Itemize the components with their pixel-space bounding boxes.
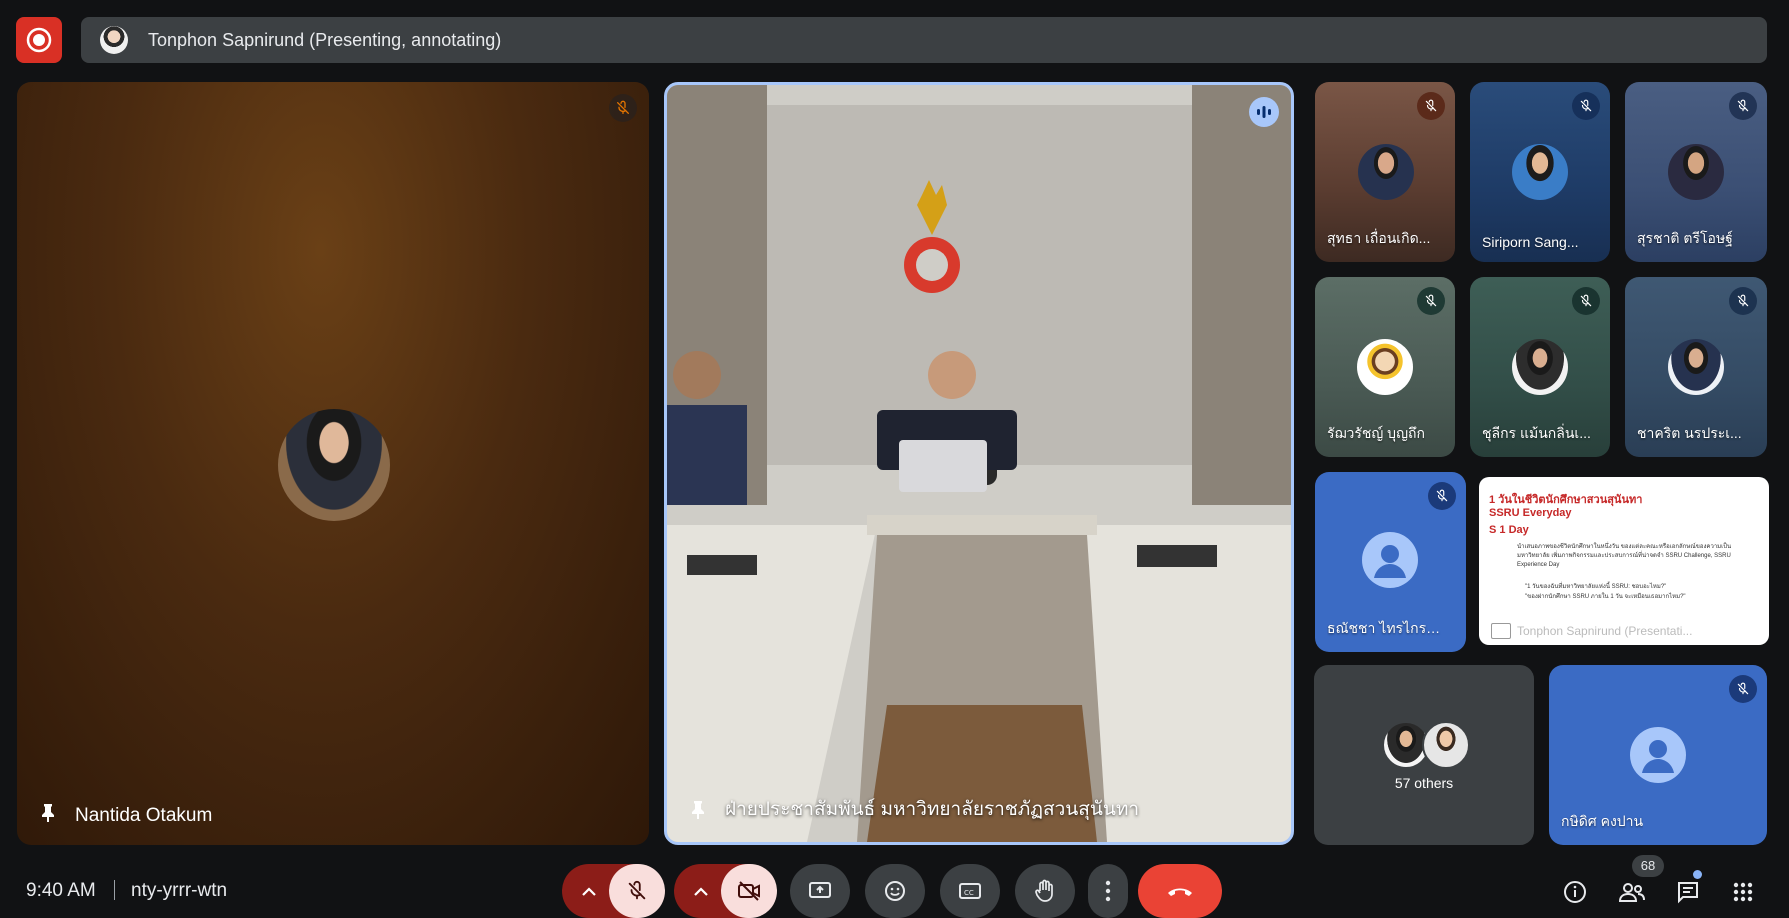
leave-call-button[interactable] [1138,864,1222,918]
mic-off-icon [628,880,646,900]
presenter-avatar [100,26,128,54]
participant-tile[interactable]: สุรชาติ ตรีโอษฐ์ [1625,82,1767,262]
participant-tile[interactable]: รัฌวรัชญ์ บุญถึก [1315,277,1455,457]
others-count: 57 others [1394,775,1454,791]
mic-off-icon [1729,287,1757,315]
more-options-button[interactable] [1088,864,1128,918]
avatar [1668,339,1724,395]
avatar [278,409,390,521]
presentation-thumbnail[interactable]: 1 วันในชีวิตนักศึกษาสวนสุนันทา SSRU Ever… [1479,477,1769,645]
participant-name: รัฌวรัชญ์ บุญถึก [1327,425,1425,441]
meeting-code: nty-yrrr-wtn [131,880,228,901]
mic-off-icon [1417,287,1445,315]
chat-icon [1678,882,1698,904]
avatar [1357,339,1413,395]
participant-name: ชาคริต นรประเ... [1637,425,1742,441]
chat-notification-dot [1693,870,1702,879]
info-icon [1564,881,1586,903]
presenter-banner[interactable]: Tonphon Sapnirund (Presenting, annotatin… [81,17,1767,63]
chevron-up-icon [582,887,596,896]
chat-button[interactable] [1670,874,1706,910]
captions-icon: CC [959,883,981,899]
participant-tile-speaking[interactable]: ฝ่ายประชาสัมพันธ์ มหาวิทยาลัยราชภัฏสวนสุ… [664,82,1294,845]
presenter-banner-text: Tonphon Sapnirund (Presenting, annotatin… [148,29,502,50]
participant-name: กษิดิศ คงปาน [1561,813,1644,829]
mic-toggle-button[interactable] [609,864,665,918]
slide-caption: Tonphon Sapnirund (Presentati... [1517,624,1693,638]
recording-button[interactable] [16,17,62,63]
raise-hand-button[interactable] [1015,864,1075,918]
participant-name: สุทธา เถื่อนเกิด... [1327,230,1431,246]
slide-bullet: "ของฝากนักศึกษา SSRU ภายใน 1 วัน จะเหมือ… [1525,594,1686,600]
participant-tile[interactable]: กษิดิศ คงปาน [1549,665,1767,845]
present-icon [809,882,831,898]
participant-name: Siriporn Sang... [1482,234,1579,250]
participant-name: ฝ่ายประชาสัมพันธ์ มหาวิทยาลัยราชภัฏสวนสุ… [725,799,1140,820]
hand-icon [1035,879,1053,902]
present-icon [1491,623,1511,639]
avatar [1512,144,1568,200]
speaking-icon [1249,97,1279,127]
camera-toggle-button[interactable] [721,864,777,918]
mic-off-icon [1729,675,1757,703]
participant-name: ชุลีกร แม้นกลิ่นเ... [1482,425,1591,441]
emoji-icon [885,881,905,901]
mic-off-icon [1572,287,1600,315]
mic-off-icon [1729,92,1757,120]
participant-tile[interactable]: ธณัชชา ไทรไกรกระ [1315,472,1466,652]
others-tile[interactable]: 57 others [1314,665,1534,845]
slide-title-1: 1 วันในชีวิตนักศึกษาสวนสุนันทา [1489,494,1643,506]
divider [114,880,115,900]
people-button[interactable] [1614,874,1650,910]
clock: 9:40 AM [26,880,96,901]
mic-off-icon [609,94,637,122]
camera-off-icon [738,881,760,901]
slide-body: นำเสนอภาพของชีวิตนักศึกษาในหนึ่งวัน ของแ… [1517,544,1732,568]
participant-tile-pinned[interactable]: Nantida Otakum [17,82,649,845]
avatar [1362,532,1418,588]
participant-tile[interactable]: Siriporn Sang... [1470,82,1610,262]
avatar [1422,721,1470,769]
slide-bullet: "1 วันของฉันที่มหาวิทยาลัยแห่งนี้ SSRU: … [1525,584,1667,590]
people-icon [1618,883,1645,902]
captions-button[interactable]: CC [940,864,1000,918]
svg-text:CC: CC [964,889,974,897]
participant-tile[interactable]: ชุลีกร แม้นกลิ่นเ... [1470,277,1610,457]
chevron-up-icon [694,887,708,896]
participant-name: ธณัชชา ไทรไกรกระ [1327,620,1447,636]
pin-icon[interactable] [689,799,707,824]
apps-icon [1733,882,1753,902]
end-call-icon [1168,888,1192,896]
participant-name: สุรชาติ ตรีโอษฐ์ [1637,230,1733,246]
participant-name: Nantida Otakum [75,805,213,826]
more-icon [1105,880,1111,902]
mic-off-icon [1572,92,1600,120]
present-button[interactable] [790,864,850,918]
participant-tile[interactable]: สุทธา เถื่อนเกิด... [1315,82,1455,262]
slide-title-3: S 1 Day [1489,524,1529,536]
avatar [1630,727,1686,783]
meeting-info-button[interactable] [1557,874,1593,910]
mic-off-icon [1428,482,1456,510]
pin-icon[interactable] [39,802,57,827]
participant-tile[interactable]: ชาคริต นรประเ... [1625,277,1767,457]
avatar [1358,144,1414,200]
reactions-button[interactable] [865,864,925,918]
slide-title-2: SSRU Everyday [1489,507,1572,519]
avatar [1668,144,1724,200]
mic-off-icon [1417,92,1445,120]
record-icon [26,27,52,53]
activities-button[interactable] [1725,874,1761,910]
camera-feed [667,85,1291,842]
avatar [1512,339,1568,395]
